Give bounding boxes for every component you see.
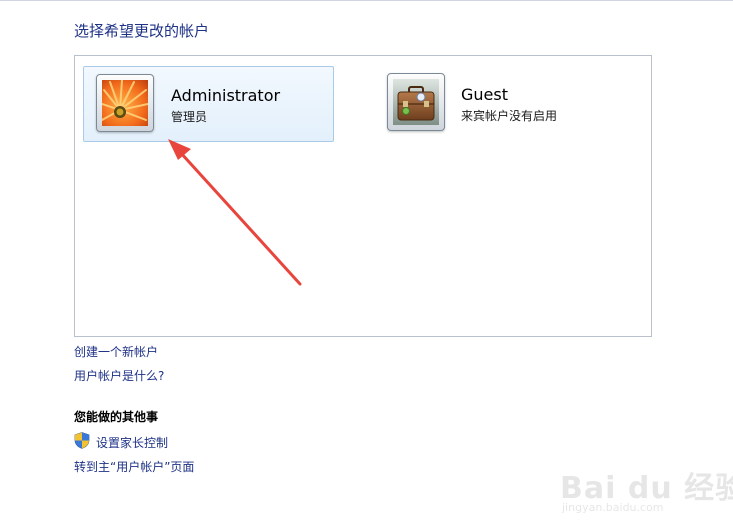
annotation-arrow — [168, 139, 302, 286]
watermark-url: jingyan.baidu.com — [562, 501, 664, 514]
watermark: Bai du 经验 jingyan.baidu.com — [560, 455, 733, 517]
